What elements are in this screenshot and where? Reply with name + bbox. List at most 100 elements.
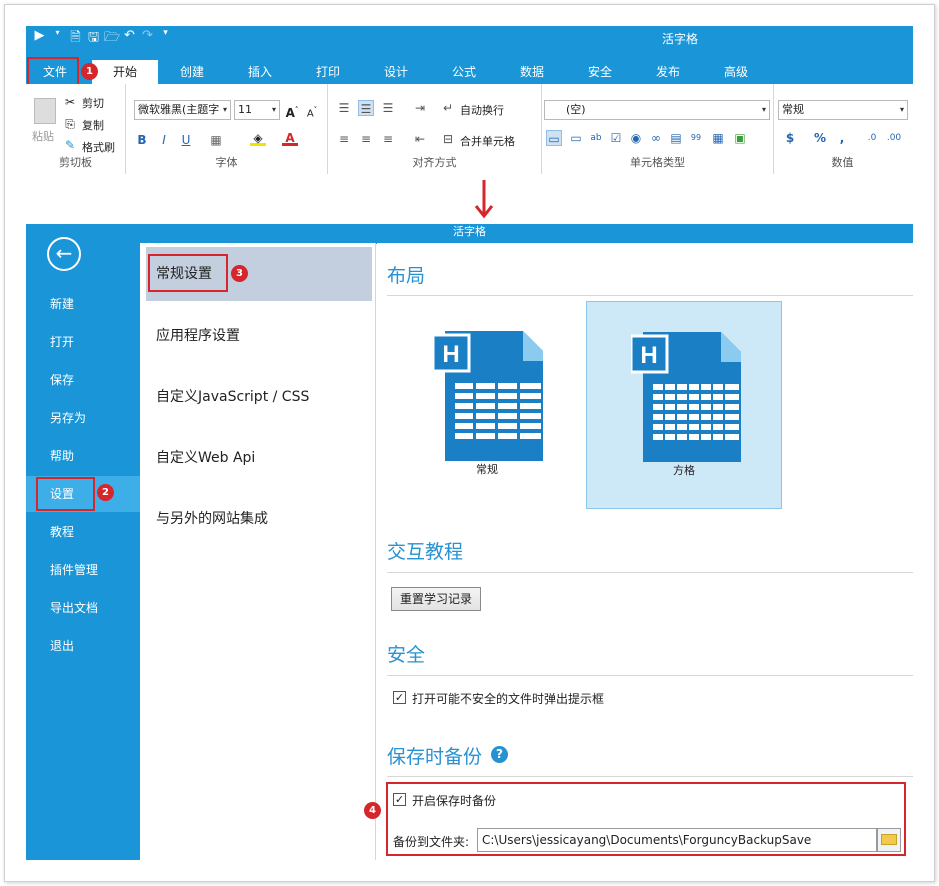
nav-plugin-manager[interactable]: 插件管理 [26, 552, 140, 588]
cut-button[interactable]: 剪切 [82, 95, 104, 111]
border-icon[interactable]: ▦ [208, 132, 224, 148]
alignment-group-label: 对齐方式 [412, 156, 457, 169]
merge-cells-icon: ⊟ [442, 132, 454, 146]
svg-text:H: H [640, 342, 657, 369]
format-painter-button[interactable]: 格式刷 [82, 139, 115, 155]
number-type-icon[interactable]: 99 [688, 130, 704, 146]
nav-save-as[interactable]: 另存为 [26, 400, 140, 436]
image-type-icon[interactable]: ▣ [732, 130, 748, 146]
link-type-icon[interactable]: ∞ [648, 130, 664, 146]
fill-color-icon[interactable]: ◈ [250, 130, 266, 146]
save-icon[interactable]: 🖫 [86, 28, 101, 50]
grow-font-icon[interactable]: A˄ [284, 102, 300, 120]
decrease-decimal-icon[interactable]: .00 [886, 130, 902, 146]
customize-icon[interactable]: ▾ [158, 28, 173, 50]
merge-cells-button[interactable]: 合并单元格 [460, 133, 515, 149]
settings-custom-js-css[interactable]: 自定义JavaScript / CSS [146, 370, 372, 424]
settings-custom-web-api[interactable]: 自定义Web Api [146, 431, 372, 485]
indent-icon[interactable]: ⇥ [412, 100, 428, 116]
tab-print[interactable]: 打印 [294, 60, 362, 84]
nav-help[interactable]: 帮助 [26, 438, 140, 474]
underline-button[interactable]: U [178, 132, 194, 148]
backstage-nav: ← 新建 打开 保存 另存为 帮助 设置 教程 插件管理 导出文档 退出 [26, 237, 140, 860]
step-badge-2: 2 [97, 484, 114, 501]
settings-app[interactable]: 应用程序设置 [146, 309, 372, 363]
paste-icon[interactable] [34, 98, 56, 124]
textbox-type-icon[interactable]: ▭ [546, 130, 562, 146]
help-icon[interactable]: ? [491, 746, 508, 763]
nav-new[interactable]: 新建 [26, 286, 140, 322]
ribbon-tabs: 文件 开始 创建 插入 打印 设计 公式 数据 安全 发布 高级 [26, 60, 770, 84]
nav-save[interactable]: 保存 [26, 362, 140, 398]
unsafe-file-prompt-label: 打开可能不安全的文件时弹出提示框 [412, 692, 605, 706]
tab-data[interactable]: 数据 [498, 60, 566, 84]
align-top-icon[interactable]: ☰ [336, 100, 352, 116]
tab-security[interactable]: 安全 [566, 60, 634, 84]
font-size-select[interactable]: 11 ▾ [234, 100, 280, 120]
button-type-icon[interactable]: ▭ [568, 130, 584, 146]
scissors-icon: ✂ [64, 95, 76, 109]
tab-insert[interactable]: 插入 [226, 60, 294, 84]
step-badge-4: 4 [364, 802, 381, 819]
italic-button[interactable]: I [156, 132, 172, 148]
align-middle-icon[interactable]: ☰ [358, 100, 374, 116]
grid-type-icon[interactable]: ▦ [710, 130, 726, 146]
layout-option-grid[interactable]: H 方格 [586, 301, 782, 509]
security-section-title: 安全 [387, 644, 426, 666]
label-type-icon[interactable]: ab [588, 130, 604, 146]
new-file-icon[interactable]: 🗎 [68, 28, 83, 50]
nav-open[interactable]: 打开 [26, 324, 140, 360]
increase-decimal-icon[interactable]: .0 [864, 130, 880, 146]
dropdown-icon[interactable]: ▾ [50, 28, 65, 50]
alignment-group: ☰ ☰ ☰ ⇥ ↵ 自动换行 ≡ ≡ ≡ ⇤ ⊟ 合并单元格 对齐方式 [328, 84, 542, 174]
font-family-select[interactable]: 微软雅黑(主题字 ▾ [134, 100, 231, 120]
wrap-text-button[interactable]: 自动换行 [460, 102, 504, 118]
shrink-font-icon[interactable]: A˅ [304, 102, 320, 119]
checkbox-type-icon[interactable]: ☑ [608, 130, 624, 146]
nav-export-docs[interactable]: 导出文档 [26, 590, 140, 626]
list-type-icon[interactable]: ▤ [668, 130, 684, 146]
copy-button[interactable]: 复制 [82, 117, 104, 133]
tab-publish[interactable]: 发布 [634, 60, 702, 84]
outdent-icon[interactable]: ⇤ [412, 131, 428, 147]
layout-section-title: 布局 [387, 265, 426, 287]
percent-button[interactable]: % [812, 130, 828, 146]
settings-window-title: 活字格 [26, 224, 913, 244]
comma-button[interactable]: , [834, 130, 850, 146]
number-format-select[interactable]: 常规 ▾ [778, 100, 908, 120]
bold-button[interactable]: B [134, 132, 150, 148]
unsafe-file-prompt-checkbox[interactable]: ✓ [393, 691, 406, 704]
tab-formula[interactable]: 公式 [430, 60, 498, 84]
currency-button[interactable]: $ [782, 130, 798, 146]
settings-category-list: 常规设置 应用程序设置 自定义JavaScript / CSS 自定义Web A… [140, 243, 376, 860]
align-center-icon[interactable]: ≡ [358, 131, 374, 147]
nav-exit[interactable]: 退出 [26, 628, 140, 664]
tab-design[interactable]: 设计 [362, 60, 430, 84]
quick-access-toolbar: ▶ ▾ 🗎 🖫 🗁 ↶ ↷ ▾ [32, 28, 173, 50]
radio-type-icon[interactable]: ◉ [628, 130, 644, 146]
ribbon: 粘贴 ✂ 剪切 ⎘ 复制 ✎ 格式刷 剪切板 微软雅黑(主题字 ▾ 11 ▾ A˄ … [26, 84, 913, 176]
nav-tutorial[interactable]: 教程 [26, 514, 140, 550]
settings-site-integration[interactable]: 与另外的网站集成 [146, 492, 372, 546]
settings-content: 布局 H 常规 H 方格 交互教程 重置学习记录 安全 ✓ 打开可能不安全的文件… [377, 243, 913, 860]
align-left-icon[interactable]: ≡ [336, 131, 352, 147]
number-group: 常规 ▾ $ % , .0 .00 数值 [774, 84, 911, 174]
redo-icon[interactable]: ↷ [140, 28, 155, 50]
tab-advanced[interactable]: 高级 [702, 60, 770, 84]
open-folder-icon[interactable]: 🗁 [104, 28, 120, 50]
font-color-icon[interactable]: A [282, 130, 298, 146]
tab-home[interactable]: 开始 [92, 60, 158, 84]
backup-section-title: 保存时备份 [387, 746, 483, 768]
run-icon[interactable]: ▶ [32, 28, 47, 50]
divider [387, 572, 913, 573]
paste-button[interactable]: 粘贴 [32, 128, 54, 144]
cell-type-select[interactable]: (空) ▾ [544, 100, 770, 120]
undo-icon[interactable]: ↶ [122, 28, 137, 50]
divider [387, 295, 913, 296]
reset-learning-button[interactable]: 重置学习记录 [391, 587, 482, 611]
align-right-icon[interactable]: ≡ [380, 131, 396, 147]
layout-option-normal[interactable]: H 常规 [389, 301, 585, 509]
back-icon[interactable]: ← [47, 237, 81, 271]
align-bottom-icon[interactable]: ☰ [380, 100, 396, 116]
tab-create[interactable]: 创建 [158, 60, 226, 84]
